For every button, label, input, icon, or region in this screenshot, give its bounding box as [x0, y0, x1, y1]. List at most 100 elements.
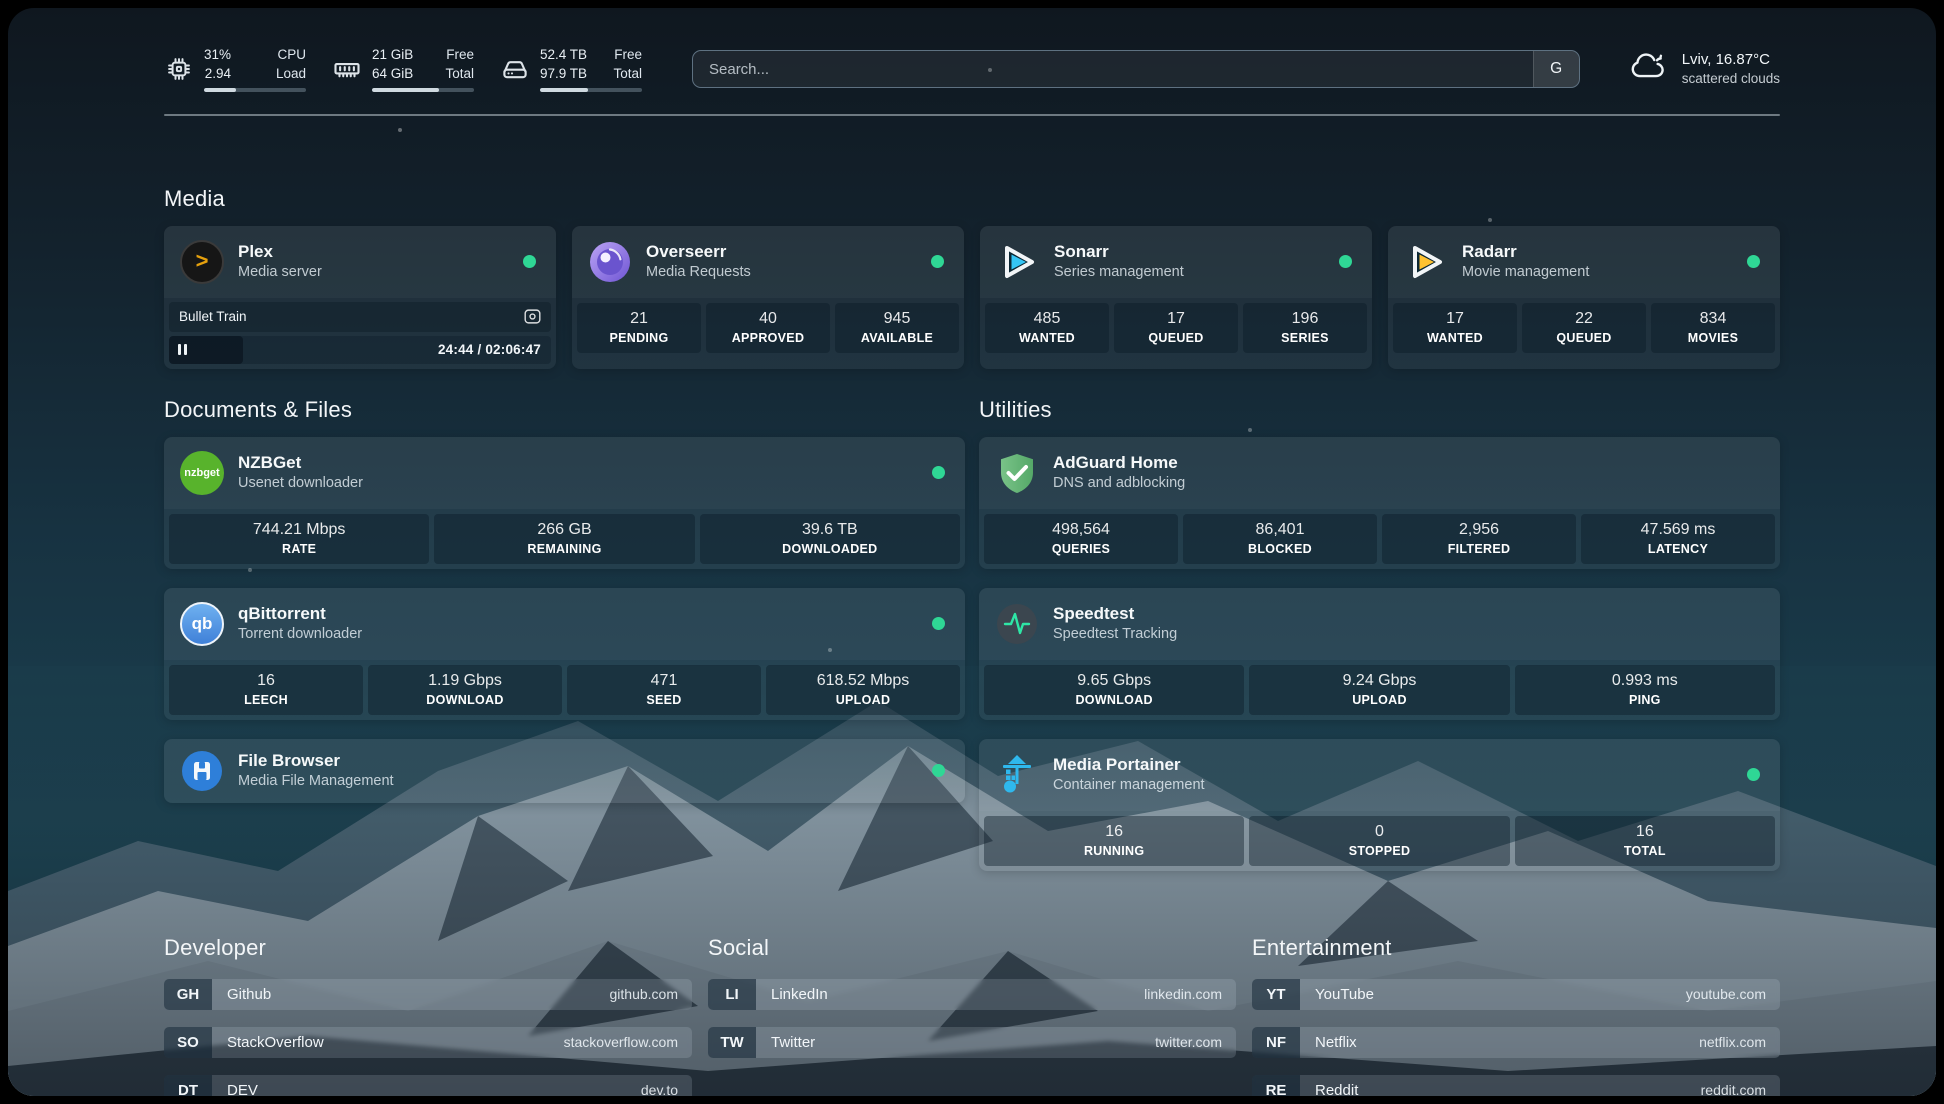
documents-heading: Documents & Files: [164, 397, 965, 423]
bookmark-abbr: LI: [708, 979, 756, 1010]
weather-location-temp: Lviv, 16.87°C: [1682, 50, 1780, 70]
stat-stopped: 0 STOPPED: [1249, 816, 1509, 866]
cpu-load: 2.94: [204, 65, 231, 84]
media-thumbnail-icon: [524, 309, 541, 324]
cpu-progress-track: [204, 88, 306, 92]
cpu-icon: [164, 54, 194, 84]
bookmark-twitter[interactable]: TW Twitter twitter.com: [708, 1027, 1236, 1058]
disk-free: 52.4 TB: [540, 46, 587, 65]
disk-total: 97.9 TB: [540, 65, 587, 84]
bookmark-linkedin[interactable]: LI LinkedIn linkedin.com: [708, 979, 1236, 1010]
service-subtitle: Media File Management: [238, 772, 918, 791]
service-card-nzbget[interactable]: nzbget NZBGet Usenet downloader 744.21 M…: [164, 437, 965, 569]
bookmark-github[interactable]: GH Github github.com: [164, 979, 692, 1010]
bookmark-dev[interactable]: DT DEV dev.to: [164, 1075, 692, 1097]
stat-available: 945 AVAILABLE: [835, 303, 959, 353]
weather-widget: Lviv, 16.87°C scattered clouds: [1626, 49, 1780, 89]
bookmark-domain: dev.to: [641, 1075, 692, 1097]
search-input[interactable]: [693, 51, 1533, 87]
service-card-portainer[interactable]: Media Portainer Container management 16 …: [979, 739, 1780, 871]
bookmark-domain: github.com: [610, 979, 692, 1010]
stat-rate: 744.21 Mbps RATE: [169, 514, 429, 564]
stat-filtered: 2,956 FILTERED: [1382, 514, 1576, 564]
status-dot: [1339, 255, 1352, 268]
bookmark-abbr: YT: [1252, 979, 1300, 1010]
portainer-icon: [995, 753, 1039, 797]
bookmark-label: DEV: [212, 1075, 258, 1097]
service-title: qBittorrent: [238, 603, 918, 624]
bookmark-abbr: SO: [164, 1027, 212, 1058]
service-subtitle: Movie management: [1462, 263, 1733, 282]
service-card-qbittorrent[interactable]: qb qBittorrent Torrent downloader 16 LEE…: [164, 588, 965, 720]
stat-download: 1.19 Gbps DOWNLOAD: [368, 665, 562, 715]
bookmark-abbr: TW: [708, 1027, 756, 1058]
service-card-speedtest[interactable]: Speedtest Speedtest Tracking 9.65 Gbps D…: [979, 588, 1780, 720]
status-dot: [932, 617, 945, 630]
service-subtitle: Container management: [1053, 776, 1733, 795]
service-card-sonarr[interactable]: Sonarr Series management 485 WANTED 17 Q…: [980, 226, 1372, 369]
service-title: File Browser: [238, 750, 918, 771]
bookmark-youtube[interactable]: YT YouTube youtube.com: [1252, 979, 1780, 1010]
stat-running: 16 RUNNING: [984, 816, 1244, 866]
memory-progress-fill: [372, 88, 439, 92]
service-subtitle: Media Requests: [646, 263, 917, 282]
service-title: AdGuard Home: [1053, 452, 1764, 473]
service-title: Radarr: [1462, 241, 1733, 262]
utilities-heading: Utilities: [979, 397, 1780, 423]
bookmark-domain: reddit.com: [1701, 1075, 1780, 1097]
stat-wanted: 485 WANTED: [985, 303, 1109, 353]
radarr-icon: [1404, 240, 1448, 284]
bookmark-domain: twitter.com: [1155, 1027, 1236, 1058]
memory-progress-track: [372, 88, 474, 92]
dashboard-window: 31% 2.94 CPU Load: [8, 8, 1936, 1096]
bookmark-label: Twitter: [756, 1027, 815, 1058]
bookmark-netflix[interactable]: NF Netflix netflix.com: [1252, 1027, 1780, 1058]
service-card-overseerr[interactable]: Overseerr Media Requests 21 PENDING 40 A…: [572, 226, 964, 369]
stat-wanted: 17 WANTED: [1393, 303, 1517, 353]
bookmark-label: Netflix: [1300, 1027, 1357, 1058]
service-subtitle: Usenet downloader: [238, 474, 918, 493]
bookmark-reddit[interactable]: RE Reddit reddit.com: [1252, 1075, 1780, 1097]
disk-total-label: Total: [613, 65, 642, 84]
header-divider: [164, 114, 1780, 116]
stat-blocked: 86,401 BLOCKED: [1183, 514, 1377, 564]
stat-ping: 0.993 ms PING: [1515, 665, 1775, 715]
bookmark-abbr: GH: [164, 979, 212, 1010]
stat-remaining: 266 GB REMAINING: [434, 514, 694, 564]
bookmark-domain: stackoverflow.com: [564, 1027, 692, 1058]
bookmark-label: Reddit: [1300, 1075, 1358, 1097]
nzbget-icon: nzbget: [180, 451, 224, 495]
bookmark-group-developer: Developer GH Github github.com SO StackO…: [164, 935, 692, 1097]
cpu-percent: 31%: [204, 46, 231, 65]
service-card-radarr[interactable]: Radarr Movie management 17 WANTED 22 QUE…: [1388, 226, 1780, 369]
service-card-plex[interactable]: > Plex Media server Bullet Train: [164, 226, 556, 369]
status-dot: [932, 466, 945, 479]
plex-icon: >: [180, 240, 224, 284]
bookmark-domain: youtube.com: [1686, 979, 1780, 1010]
service-card-filebrowser[interactable]: File Browser Media File Management: [164, 739, 965, 803]
service-card-adguard[interactable]: AdGuard Home DNS and adblocking 498,564 …: [979, 437, 1780, 569]
top-bar: 31% 2.94 CPU Load: [164, 38, 1780, 100]
section-documents: Documents & Files nzbget NZBGet Usenet d…: [164, 397, 965, 871]
resource-disk: 52.4 TB 97.9 TB Free Total: [500, 46, 642, 93]
developer-heading: Developer: [164, 935, 692, 961]
bookmark-stackoverflow[interactable]: SO StackOverflow stackoverflow.com: [164, 1027, 692, 1058]
media-heading: Media: [164, 186, 1780, 212]
bookmark-label: StackOverflow: [212, 1027, 324, 1058]
bookmark-label: Github: [212, 979, 271, 1010]
stat-download: 9.65 Gbps DOWNLOAD: [984, 665, 1244, 715]
stat-leech: 16 LEECH: [169, 665, 363, 715]
playback-progress-bar: 24:44 / 02:06:47: [169, 336, 551, 364]
search-provider-button[interactable]: G: [1533, 51, 1579, 87]
speedtest-icon: [995, 602, 1039, 646]
disk-free-label: Free: [613, 46, 642, 65]
stat-queued: 17 QUEUED: [1114, 303, 1238, 353]
sonarr-icon: [996, 240, 1040, 284]
stat-latency: 47.569 ms LATENCY: [1581, 514, 1775, 564]
bookmark-group-social: Social LI LinkedIn linkedin.com TW Twitt…: [708, 935, 1236, 1097]
weather-condition: scattered clouds: [1682, 70, 1780, 88]
stat-upload: 618.52 Mbps UPLOAD: [766, 665, 960, 715]
service-subtitle: Torrent downloader: [238, 625, 918, 644]
playback-progress-fill: [169, 336, 243, 364]
cpu-load-label: Load: [276, 65, 306, 84]
